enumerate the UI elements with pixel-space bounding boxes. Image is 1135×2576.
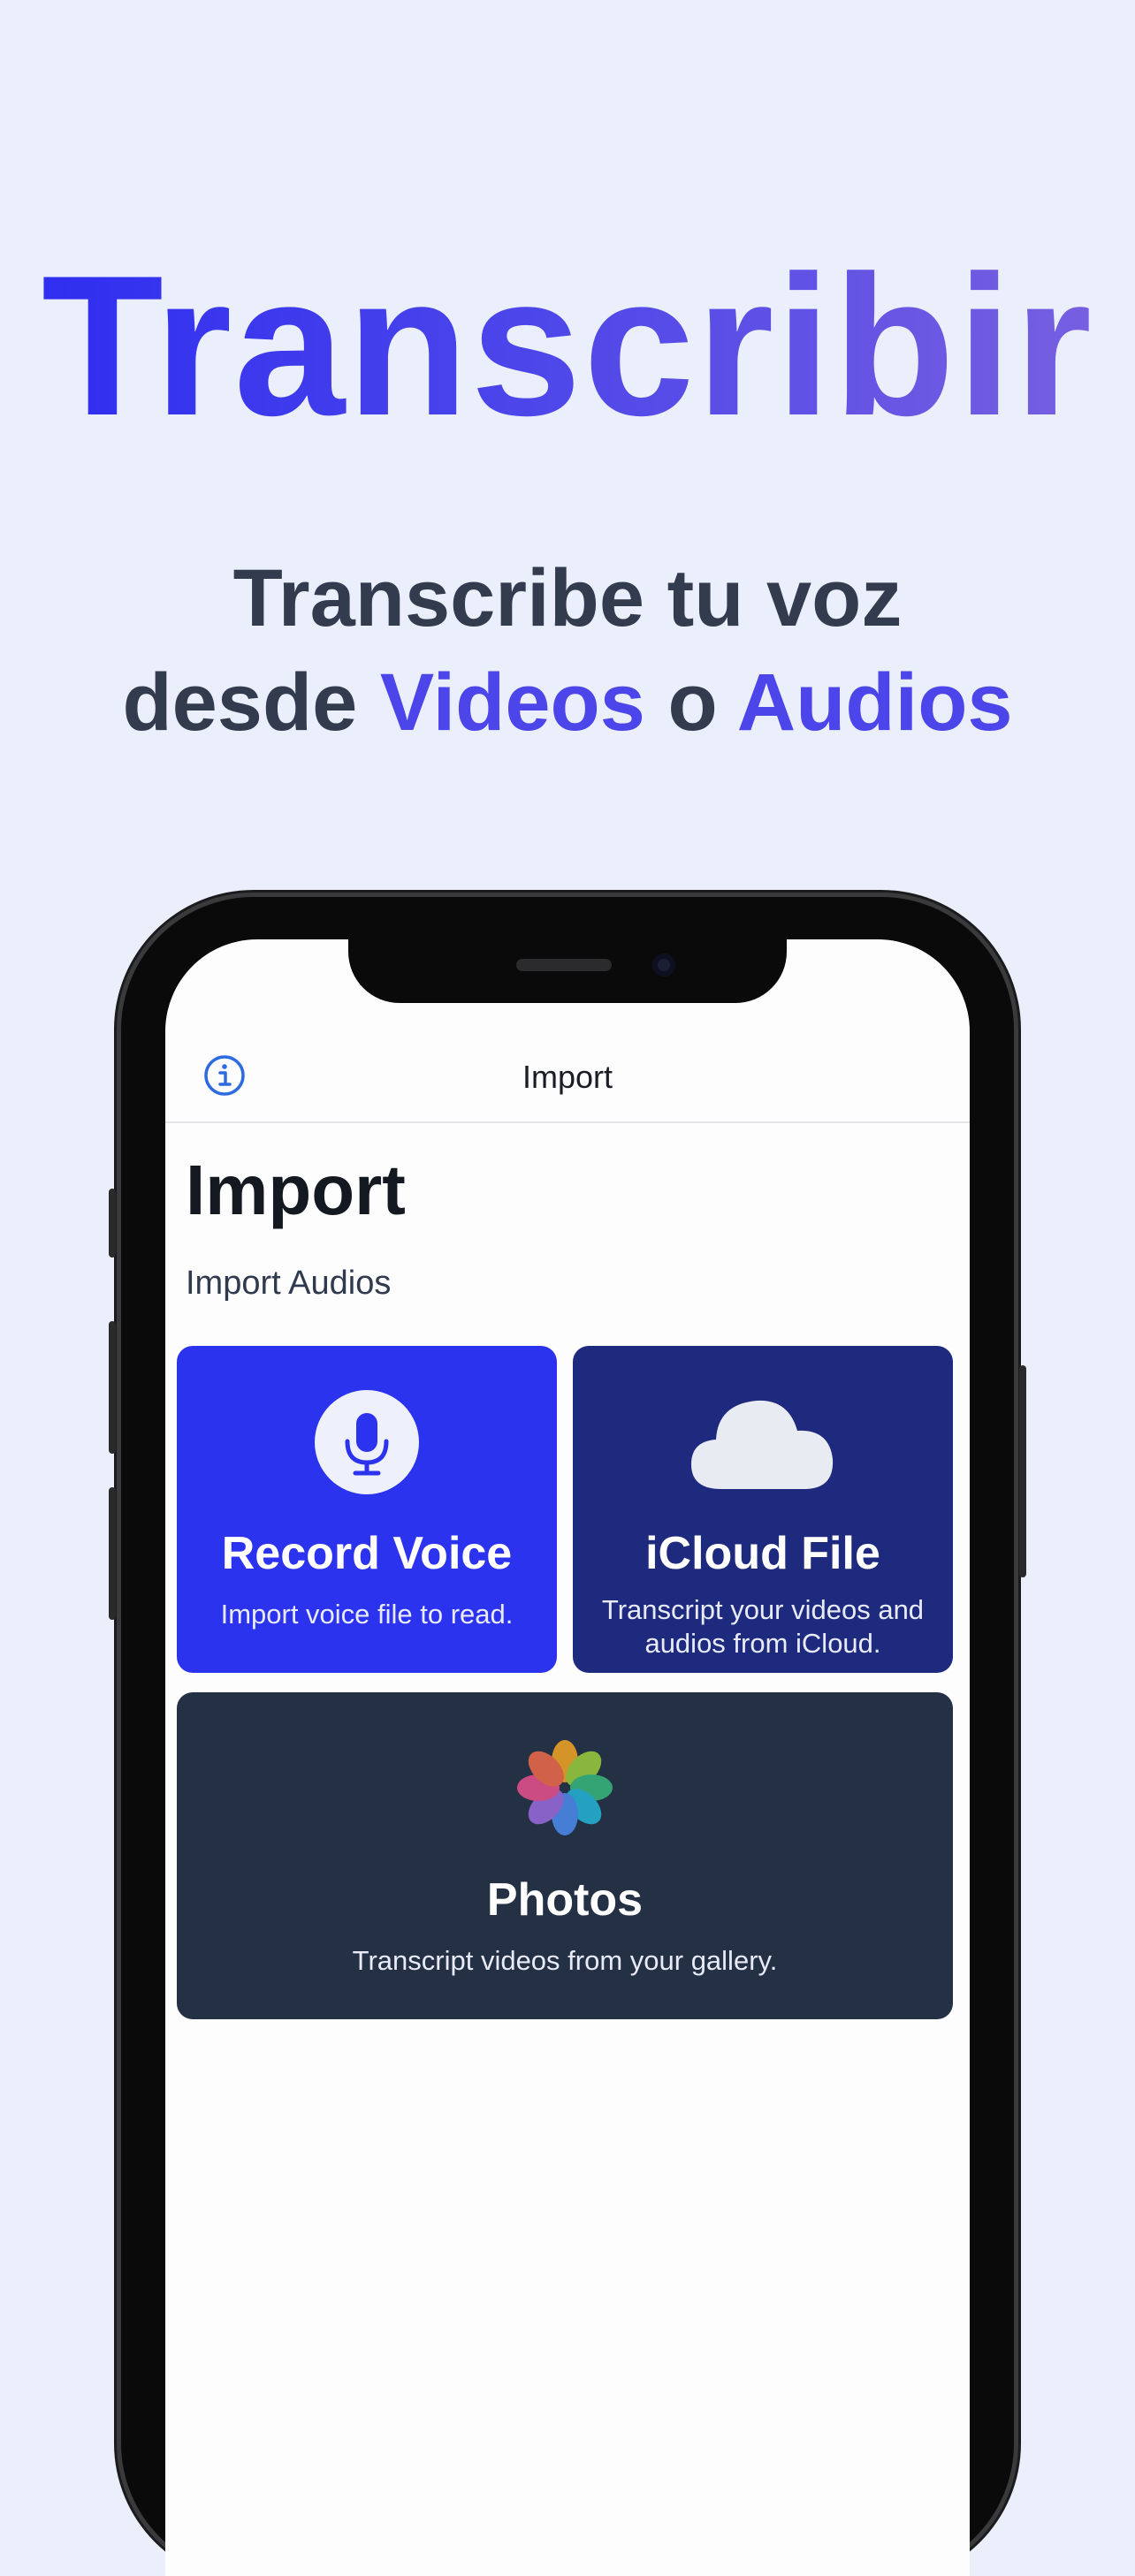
page-subtitle: Import Audios — [186, 1265, 392, 1302]
navigation-bar: Import — [165, 1033, 970, 1123]
icloud-file-title: iCloud File — [645, 1528, 880, 1579]
record-voice-card[interactable]: Record Voice Import voice file to read. — [177, 1346, 557, 1673]
icloud-file-description: Transcript your videos and audios from i… — [601, 1594, 925, 1659]
photos-card[interactable]: Photos Transcript videos from your galle… — [177, 1692, 953, 2019]
cloud-icon — [691, 1400, 834, 1489]
volume-down-button — [109, 1487, 116, 1620]
volume-up-button — [109, 1321, 116, 1454]
hero-title: Transcribir — [0, 246, 1135, 445]
notch — [348, 939, 787, 1003]
hero-subtitle-accent-audios: Audios — [736, 657, 1013, 748]
info-circle-icon[interactable] — [202, 1053, 247, 1098]
phone-screen: Import Import Import Audios Record Voice… — [165, 939, 970, 2576]
microphone-icon — [315, 1390, 419, 1494]
photos-description: Transcript videos from your gallery. — [352, 1945, 778, 1976]
silent-switch — [109, 1189, 116, 1258]
photos-title: Photos — [486, 1874, 644, 1926]
speaker-grille — [516, 959, 612, 971]
record-voice-title: Record Voice — [221, 1528, 513, 1579]
hero-subtitle-accent-videos: Videos — [379, 657, 645, 748]
photos-flower-icon — [517, 1740, 613, 1835]
record-voice-description: Import voice file to read. — [220, 1599, 514, 1630]
hero-subtitle-line2-pre: desde — [122, 657, 380, 748]
page-title: Import — [186, 1151, 406, 1229]
hero-subtitle-line1: Transcribe tu voz — [232, 553, 903, 643]
hero-subtitle-line2-mid: o — [644, 657, 737, 748]
power-button — [1019, 1365, 1026, 1577]
hero-subtitle: Transcribe tu voz desde Videos o Audios — [0, 546, 1135, 755]
phone-frame: Import Import Import Audios Record Voice… — [109, 897, 1026, 2576]
nav-title: Import — [522, 1059, 613, 1095]
icloud-file-card[interactable]: iCloud File Transcript your videos and a… — [573, 1346, 953, 1673]
front-camera — [652, 954, 675, 976]
